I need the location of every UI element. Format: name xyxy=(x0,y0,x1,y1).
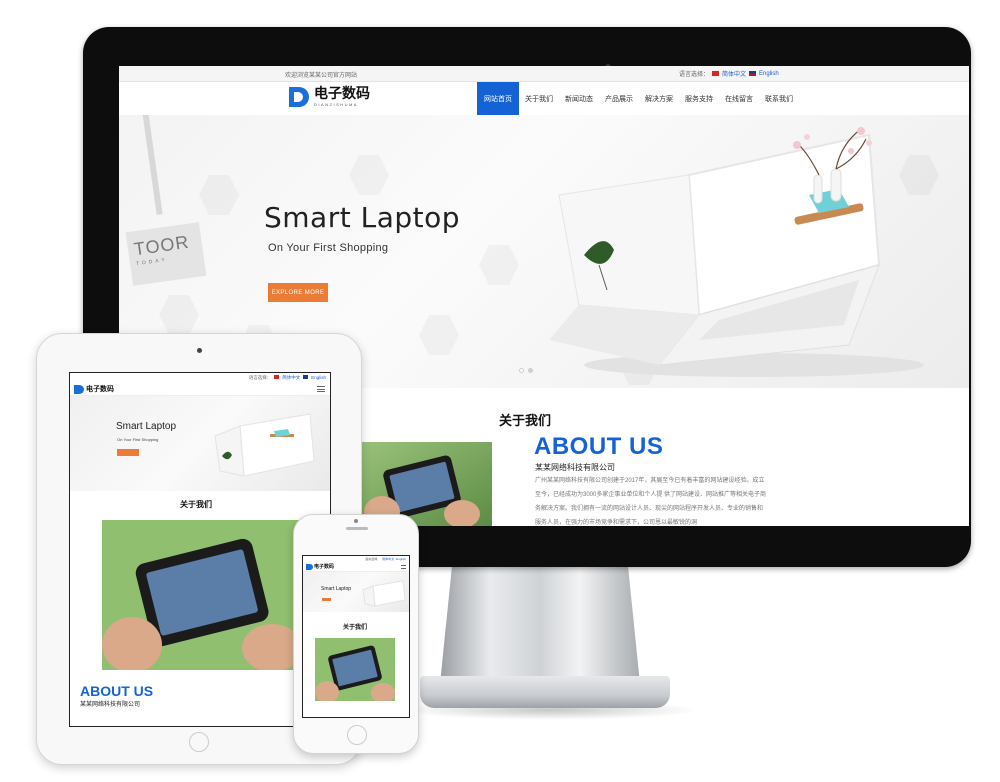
slider-dots xyxy=(519,368,533,373)
hamburger-menu-icon[interactable] xyxy=(317,386,325,392)
nav-support[interactable]: 服务支持 xyxy=(679,82,719,115)
logo-d-icon xyxy=(74,384,84,394)
tablet-top-bar: 语言选择： 简体中文 English xyxy=(70,373,330,382)
nav-products[interactable]: 产品展示 xyxy=(599,82,639,115)
logo-d-icon xyxy=(306,563,313,570)
nav-solutions[interactable]: 解决方案 xyxy=(639,82,679,115)
phone-hero: Smart Laptop xyxy=(303,572,409,612)
nav-home[interactable]: 网站首页 xyxy=(477,82,519,115)
about-company-name: 某某网络科技有限公司 xyxy=(535,463,615,472)
nav-about[interactable]: 关于我们 xyxy=(519,82,559,115)
explore-more-button[interactable]: EXPLORE MORE xyxy=(268,283,328,302)
responsive-mockup: 欢迎浏览某某公司官方网站 语言选择： 简体中文 English 电子数码 DIA… xyxy=(0,0,1000,782)
about-en-heading: ABOUT US xyxy=(534,433,664,460)
slider-dot-2[interactable] xyxy=(528,368,533,373)
tablet-hero-title: Smart Laptop xyxy=(116,421,177,432)
main-nav: 网站首页 关于我们 新闻动态 产品展示 解决方案 服务支持 在线留言 联系我们 xyxy=(477,82,799,115)
tablet-hands-phone-photo xyxy=(102,520,302,670)
nav-news[interactable]: 新闻动态 xyxy=(559,82,599,115)
hamburger-menu-icon[interactable] xyxy=(401,565,406,569)
lang-en-link[interactable]: English xyxy=(759,71,779,77)
phone-explore-button[interactable] xyxy=(322,598,331,601)
tablet-logo[interactable]: 电子数码 xyxy=(74,384,114,394)
phone-speaker xyxy=(346,527,368,530)
tablet-logo-title: 电子数码 xyxy=(86,384,114,393)
tablet-camera xyxy=(197,348,202,353)
slider-dot-1[interactable] xyxy=(519,368,524,373)
phone-logo-title: 电子数码 xyxy=(314,564,335,570)
tablet-header: 电子数码 xyxy=(70,382,330,396)
nav-contact[interactable]: 联系我们 xyxy=(759,82,799,115)
uk-flag-icon xyxy=(303,375,309,379)
tablet-about-company: 某某网络科技有限公司 xyxy=(80,702,141,708)
phone-lang-en[interactable]: English xyxy=(396,557,406,561)
china-flag-icon xyxy=(712,71,720,76)
top-bar: 欢迎浏览某某公司官方网站 语言选择： 简体中文 English xyxy=(119,66,969,82)
language-label: 语言选择： xyxy=(679,72,710,78)
welcome-text: 欢迎浏览某某公司官方网站 xyxy=(285,73,358,79)
monitor-base xyxy=(420,676,670,708)
site-header: 电子数码 DIANZISHUMA 网站首页 关于我们 新闻动态 产品展示 解决方… xyxy=(119,82,969,115)
tablet-about-heading: 关于我们 xyxy=(180,500,212,509)
tablet-screen: 语言选择： 简体中文 English 电子数码 Smart Laptop On … xyxy=(69,372,331,727)
about-description: 广州某某网络科技有限公司创建于2017年，其展至今已有着丰富的网站建设经验。成立… xyxy=(535,478,767,526)
phone-hands-phone-photo xyxy=(315,638,395,701)
phone-lang-cn[interactable]: 简体中文 xyxy=(382,557,394,561)
tablet-lang-cn[interactable]: 简体中文 xyxy=(282,375,300,380)
nav-message[interactable]: 在线留言 xyxy=(719,82,759,115)
tablet-hero-subtitle: On Your First Shopping xyxy=(117,437,159,442)
tablet-hero: Smart Laptop On Your First Shopping xyxy=(70,396,330,491)
tablet-explore-button[interactable] xyxy=(117,449,139,456)
phone-about-heading: 关于我们 xyxy=(343,625,368,631)
phone-camera xyxy=(354,519,358,523)
tablet-home-button[interactable] xyxy=(189,732,209,752)
tablet-lang-en[interactable]: English xyxy=(311,375,326,380)
monitor-stand xyxy=(440,566,640,684)
phone-frame: 语言选择： 简体中文 English 电子数码 Smart Laptop 关于我… xyxy=(293,514,419,754)
logo-subtitle: DIANZISHUMA xyxy=(314,102,359,107)
phone-logo[interactable]: 电子数码 xyxy=(306,563,334,570)
phone-screen: 语言选择： 简体中文 English 电子数码 Smart Laptop 关于我… xyxy=(302,555,410,718)
laptop-illustration xyxy=(549,127,924,377)
phone-laptop-illustration xyxy=(362,580,406,607)
hero-subtitle: On Your First Shopping xyxy=(268,242,389,254)
china-flag-icon xyxy=(274,375,280,379)
phone-home-button[interactable] xyxy=(347,725,367,745)
phone-header: 电子数码 xyxy=(303,562,409,572)
language-switcher: 语言选择： 简体中文 English xyxy=(679,69,779,79)
about-heading: 关于我们 xyxy=(499,413,552,428)
tablet-lang-label: 语言选择： xyxy=(248,375,272,380)
phone-lang-label: 语言选择： xyxy=(365,557,381,561)
uk-flag-icon xyxy=(749,71,757,76)
logo-d-icon xyxy=(289,87,311,107)
lang-cn-link[interactable]: 简体中文 xyxy=(722,69,746,78)
tablet-about-en-heading: ABOUT US xyxy=(80,683,154,699)
lanyard-strap xyxy=(141,115,163,215)
phone-hero-title: Smart Laptop xyxy=(321,586,352,592)
tablet-laptop-illustration xyxy=(214,413,315,477)
logo-title: 电子数码 xyxy=(314,86,370,102)
site-logo[interactable]: 电子数码 DIANZISHUMA xyxy=(289,87,370,107)
hero-title: Smart Laptop xyxy=(264,201,461,234)
badge-card: TOOR TODAY xyxy=(125,222,207,286)
